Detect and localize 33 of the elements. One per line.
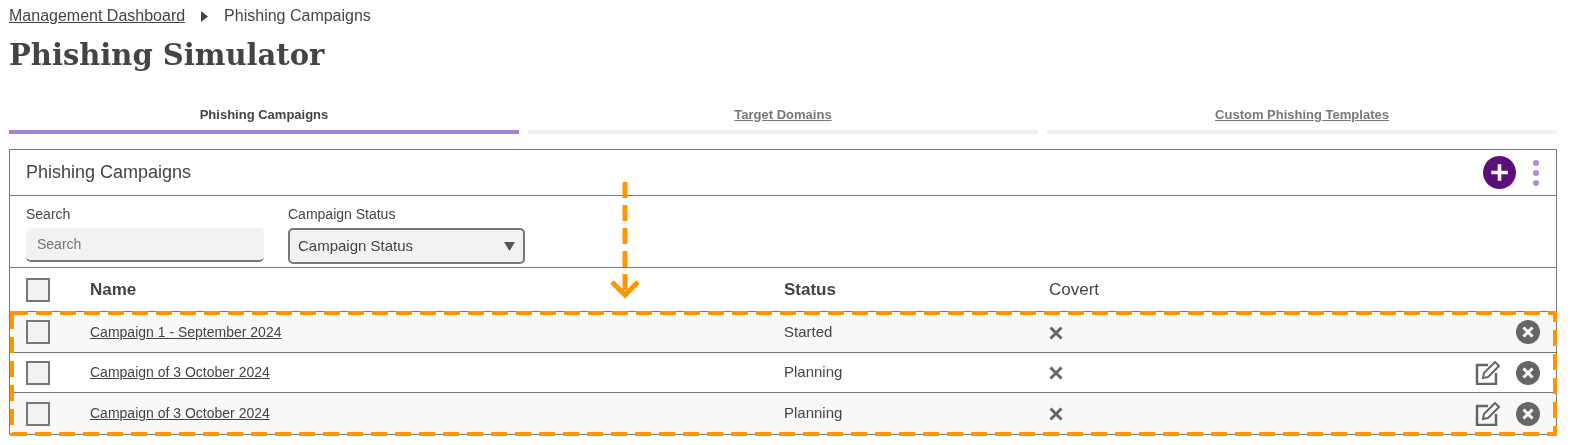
- campaign-link[interactable]: Campaign of 3 October 2024: [90, 405, 270, 422]
- campaign-link[interactable]: Campaign 1 - September 2024: [90, 323, 282, 340]
- tab[interactable]: Phishing Campaigns: [9, 100, 519, 135]
- campaign-link[interactable]: Campaign of 3 October 2024: [90, 364, 270, 381]
- tab[interactable]: Custom Phishing Templates: [1047, 100, 1557, 135]
- status-dropdown[interactable]: Campaign Status: [288, 228, 525, 265]
- edit-icon[interactable]: [1475, 401, 1500, 426]
- breadcrumb-current: Phishing Campaigns: [224, 6, 371, 26]
- checkbox[interactable]: [26, 277, 50, 302]
- column-header: Name: [90, 279, 138, 302]
- breadcrumb-link[interactable]: Management Dashboard: [9, 4, 186, 28]
- add-icon[interactable]: [1483, 156, 1516, 190]
- column-header: Covert: [1049, 279, 1101, 302]
- field-label: Campaign Status: [288, 205, 397, 225]
- edit-icon[interactable]: [1475, 360, 1500, 385]
- table-cell-text: Started: [784, 321, 834, 342]
- more-options-icon[interactable]: [1532, 158, 1540, 187]
- column-header: Status: [784, 279, 837, 302]
- checkbox[interactable]: [26, 360, 50, 385]
- delete-icon[interactable]: [1516, 320, 1540, 345]
- chevron-right-icon: [201, 10, 209, 22]
- field-label: Search: [26, 205, 72, 225]
- table-cell-text: Planning: [784, 362, 844, 383]
- checkbox[interactable]: [26, 320, 50, 345]
- delete-icon[interactable]: [1516, 401, 1540, 426]
- page-title: Phishing Simulator: [9, 38, 326, 73]
- search-field[interactable]: Search: [26, 228, 264, 263]
- caret-icon: [504, 241, 515, 251]
- checkbox[interactable]: [26, 401, 50, 426]
- delete-icon[interactable]: [1516, 360, 1540, 385]
- table-cell-text: Planning: [784, 403, 844, 424]
- tab[interactable]: Target Domains: [528, 100, 1038, 135]
- panel-title: Phishing Campaigns: [26, 162, 192, 184]
